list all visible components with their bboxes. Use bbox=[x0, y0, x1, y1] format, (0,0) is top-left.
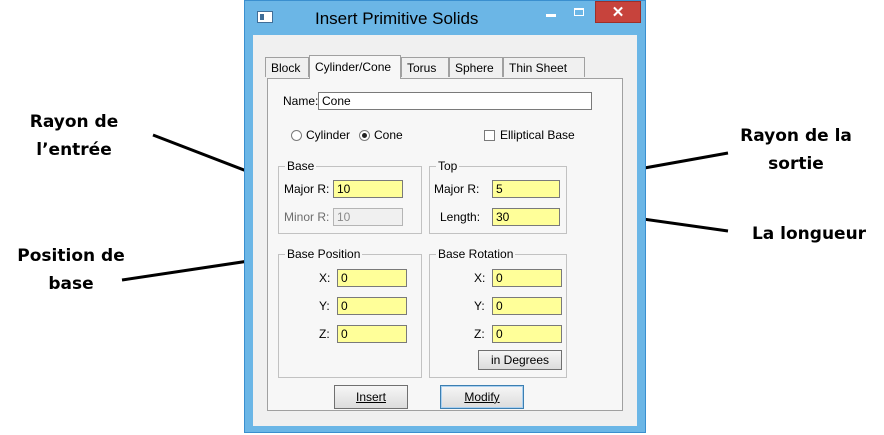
name-input[interactable]: Cone bbox=[318, 92, 592, 110]
top-length-label: Length: bbox=[440, 210, 481, 224]
top-major-label: Major R: bbox=[434, 182, 480, 196]
annotation-rayon-entree: Rayon de l’entrée bbox=[14, 108, 134, 164]
minimize-icon bbox=[546, 13, 556, 17]
base-rotation-y-label: Y: bbox=[474, 299, 485, 313]
base-minor-label: Minor R: bbox=[284, 210, 330, 224]
base-major-label: Major R: bbox=[284, 182, 330, 196]
base-rotation-x-label: X: bbox=[474, 271, 486, 285]
close-icon: ✕ bbox=[611, 4, 625, 21]
cylinder-cone-panel: Name: Cone Cylinder Cone Elliptical Base… bbox=[267, 78, 623, 411]
base-position-z-label: Z: bbox=[319, 327, 330, 341]
base-position-x-label: X: bbox=[319, 271, 331, 285]
tab-block[interactable]: Block bbox=[265, 57, 309, 77]
cylinder-radio[interactable] bbox=[291, 130, 302, 141]
base-position-x-input[interactable]: 0 bbox=[337, 269, 407, 287]
close-button[interactable]: ✕ bbox=[595, 1, 641, 23]
elliptical-base-checkbox[interactable] bbox=[484, 130, 495, 141]
annotation-rayon-sortie-line2: sortie bbox=[768, 154, 824, 174]
cone-radio-label[interactable]: Cone bbox=[374, 128, 403, 142]
modify-button[interactable]: Modify bbox=[440, 385, 524, 409]
base-rotation-z-label: Z: bbox=[474, 327, 485, 341]
insert-button[interactable]: Insert bbox=[334, 385, 408, 409]
app-icon bbox=[257, 11, 273, 23]
annotation-rayon-sortie-line1: Rayon de la bbox=[740, 126, 852, 146]
base-rotation-z-input[interactable]: 0 bbox=[492, 325, 562, 343]
cylinder-radio-label[interactable]: Cylinder bbox=[306, 128, 350, 142]
annotation-rayon-sortie: Rayon de la sortie bbox=[722, 122, 870, 178]
elliptical-base-label[interactable]: Elliptical Base bbox=[500, 128, 575, 142]
tab-cylinder-cone[interactable]: Cylinder/Cone bbox=[309, 55, 401, 79]
annotation-position-base-line2: base bbox=[48, 274, 94, 294]
base-rotation-x-input[interactable]: 0 bbox=[492, 269, 562, 287]
base-group-title: Base bbox=[285, 159, 317, 173]
base-position-y-input[interactable]: 0 bbox=[337, 297, 407, 315]
base-rotation-y-input[interactable]: 0 bbox=[492, 297, 562, 315]
annotation-rayon-entree-line1: Rayon de bbox=[29, 112, 119, 132]
annotation-position-base-line1: Position de bbox=[17, 246, 125, 266]
top-group-title: Top bbox=[436, 159, 460, 173]
maximize-icon bbox=[574, 8, 584, 16]
cone-radio[interactable] bbox=[359, 130, 370, 141]
base-position-title: Base Position bbox=[285, 247, 363, 261]
annotation-rayon-entree-line2: l’entrée bbox=[36, 140, 112, 160]
annotation-position-base: Position de base bbox=[4, 242, 138, 298]
dialog-client-area: Block Cylinder/Cone Torus Sphere Thin Sh… bbox=[253, 35, 637, 426]
base-rotation-group: Base Rotation X: 0 Y: 0 Z: 0 in Degrees bbox=[429, 247, 567, 378]
tab-thin-sheet[interactable]: Thin Sheet bbox=[503, 57, 585, 77]
minimize-button[interactable] bbox=[537, 1, 565, 23]
base-position-z-input[interactable]: 0 bbox=[337, 325, 407, 343]
base-minor-input: 10 bbox=[333, 208, 403, 226]
window-title: Insert Primitive Solids bbox=[315, 9, 479, 28]
base-rotation-title: Base Rotation bbox=[436, 247, 516, 261]
base-group: Base Major R: 10 Minor R: 10 bbox=[278, 159, 422, 234]
insert-primitive-solids-window: Insert Primitive Solids ✕ Block Cylinder… bbox=[244, 0, 646, 433]
top-major-input[interactable]: 5 bbox=[492, 180, 560, 198]
tab-sphere[interactable]: Sphere bbox=[449, 57, 503, 77]
base-position-y-label: Y: bbox=[319, 299, 330, 313]
annotation-longueur: La longueur bbox=[734, 220, 884, 248]
in-degrees-button[interactable]: in Degrees bbox=[478, 350, 562, 370]
annotation-longueur-line1: La longueur bbox=[751, 224, 867, 244]
base-major-input[interactable]: 10 bbox=[333, 180, 403, 198]
top-length-input[interactable]: 30 bbox=[492, 208, 560, 226]
maximize-button[interactable] bbox=[565, 1, 593, 23]
name-label: Name: bbox=[283, 94, 319, 108]
title-bar[interactable]: Insert Primitive Solids ✕ bbox=[245, 1, 645, 35]
top-group: Top Major R: 5 Length: 30 bbox=[429, 159, 567, 234]
base-position-group: Base Position X: 0 Y: 0 Z: 0 bbox=[278, 247, 422, 378]
tab-torus[interactable]: Torus bbox=[401, 57, 449, 77]
